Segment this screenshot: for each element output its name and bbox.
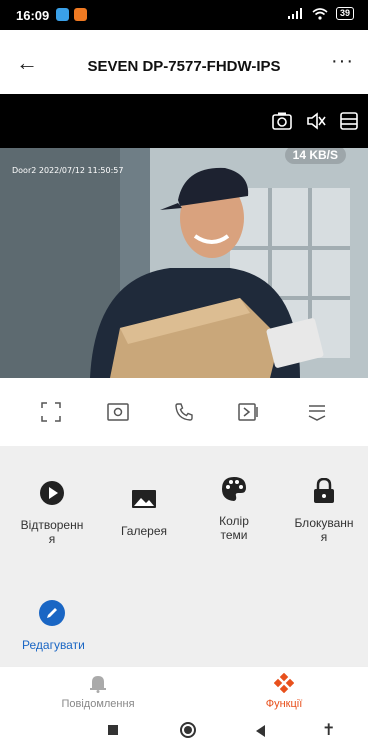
functions-diamond-icon: [273, 672, 295, 694]
bitrate-badge: 14 KB/S: [284, 148, 346, 164]
phone-icon: [175, 403, 193, 421]
app-notification-icon: [56, 8, 69, 21]
gallery-label: Галерея: [120, 524, 168, 538]
playback-item[interactable]: Відтворення: [12, 478, 92, 546]
collapse-button[interactable]: [302, 397, 332, 427]
doorstep-visitor-image: [0, 148, 368, 378]
video-toolbar: [0, 94, 368, 148]
fullscreen-button[interactable]: [36, 397, 66, 427]
accessibility-icon[interactable]: ✝: [322, 720, 335, 740]
record-button[interactable]: [235, 397, 265, 427]
playback-label: Відтворення: [20, 518, 84, 546]
edit-label: Редагувати: [22, 638, 85, 652]
camera-frame-icon: [106, 403, 129, 421]
call-button[interactable]: [169, 397, 199, 427]
collapse-menu-icon: [308, 405, 326, 421]
palette-icon: [222, 477, 246, 501]
gallery-item[interactable]: Галерея: [104, 484, 184, 538]
wifi-icon: [312, 7, 328, 20]
back-icon[interactable]: [256, 725, 265, 737]
edit-button[interactable]: Редагувати: [22, 600, 92, 656]
capture-button[interactable]: [103, 397, 133, 427]
function-panel: Відтворення Галерея Колір теми Блокуванн…: [0, 446, 368, 666]
play-icon: [40, 481, 64, 505]
app-header: ← SEVEN DP-7577-FHDW-IPS ···: [0, 30, 368, 94]
status-bar: 16:09 39: [0, 0, 368, 30]
fullscreen-icon: [41, 402, 61, 422]
edit-pencil-icon: [47, 608, 57, 618]
gallery-icon: [132, 490, 156, 508]
page-title: SEVEN DP-7577-FHDW-IPS: [87, 58, 281, 75]
theme-color-label: Колір теми: [219, 514, 249, 542]
more-menu-icon[interactable]: ···: [331, 50, 354, 73]
bottom-navigation: Повідомлення Функції: [0, 666, 368, 716]
bell-icon: [90, 676, 106, 693]
video-timestamp: Door2 2022/07/12 11:50:57: [12, 166, 124, 175]
recent-apps-icon[interactable]: [108, 725, 118, 735]
home-icon[interactable]: [180, 722, 196, 738]
record-video-icon: [238, 403, 259, 421]
nav-functions[interactable]: Функції: [224, 672, 344, 710]
app-screen: 16:09 39 ← SEVEN DP-7577-FHDW-IPS ··· Do…: [0, 0, 368, 746]
status-time: 16:09: [16, 8, 50, 23]
signal-icon: [287, 8, 302, 19]
nav-notifications-label: Повідомлення: [61, 698, 135, 710]
split-view-icon[interactable]: [340, 112, 358, 130]
video-controls: [0, 378, 368, 446]
lock-item[interactable]: Блокування: [284, 476, 364, 544]
snapshot-icon[interactable]: [272, 112, 292, 130]
system-navigation: ✝: [0, 716, 368, 746]
theme-color-item[interactable]: Колір теми: [194, 474, 274, 542]
nav-notifications[interactable]: Повідомлення: [38, 673, 158, 710]
app-notification-icon: [74, 8, 87, 21]
lock-icon: [314, 478, 334, 503]
battery-icon: 39: [335, 7, 354, 20]
nav-functions-label: Функції: [265, 698, 303, 710]
mute-icon[interactable]: [306, 112, 326, 130]
lock-label: Блокування: [294, 516, 354, 544]
camera-feed[interactable]: Door2 2022/07/12 11:50:57 14 KB/S: [0, 148, 368, 378]
